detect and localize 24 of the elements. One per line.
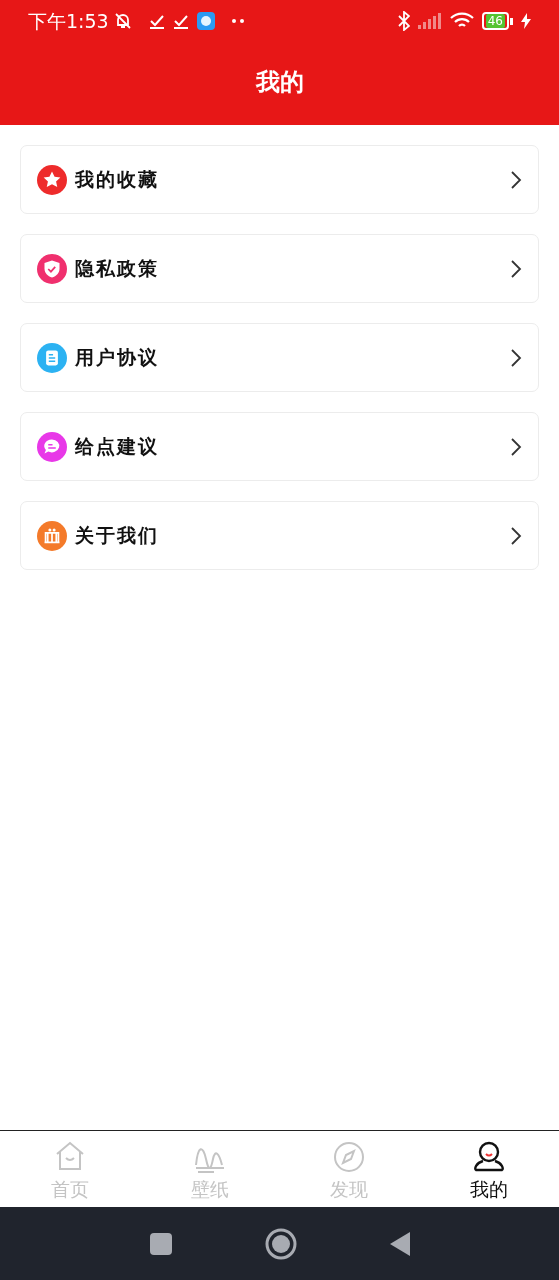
chevron-icon	[510, 258, 522, 279]
chevron-icon	[510, 169, 522, 190]
mute-icon	[112, 11, 133, 31]
download-icon	[172, 13, 189, 29]
menu-item[interactable]: 给点建议	[20, 412, 539, 481]
charging-icon	[521, 13, 531, 29]
back-button[interactable]	[388, 1230, 411, 1257]
menu-item[interactable]: 隐私政策	[20, 234, 539, 303]
menu-item[interactable]: 我的收藏	[20, 145, 539, 214]
chevron-icon	[510, 525, 522, 546]
menu-item[interactable]: 用户协议	[20, 323, 539, 392]
download-icon	[148, 13, 165, 29]
chevron-icon	[510, 436, 522, 457]
app-icon	[196, 12, 215, 30]
home-button[interactable]	[264, 1227, 297, 1260]
menu-item[interactable]: 关于我们	[20, 501, 539, 570]
more-icon	[230, 18, 245, 24]
page-title: 我的	[255, 67, 304, 98]
status-time: 下午1:53	[28, 8, 109, 34]
bluetooth-icon	[397, 11, 410, 31]
recents-button[interactable]	[148, 1231, 173, 1256]
chevron-icon	[510, 347, 522, 368]
signal-icon	[417, 13, 442, 29]
nav-tab[interactable]: 我的	[419, 1131, 559, 1207]
